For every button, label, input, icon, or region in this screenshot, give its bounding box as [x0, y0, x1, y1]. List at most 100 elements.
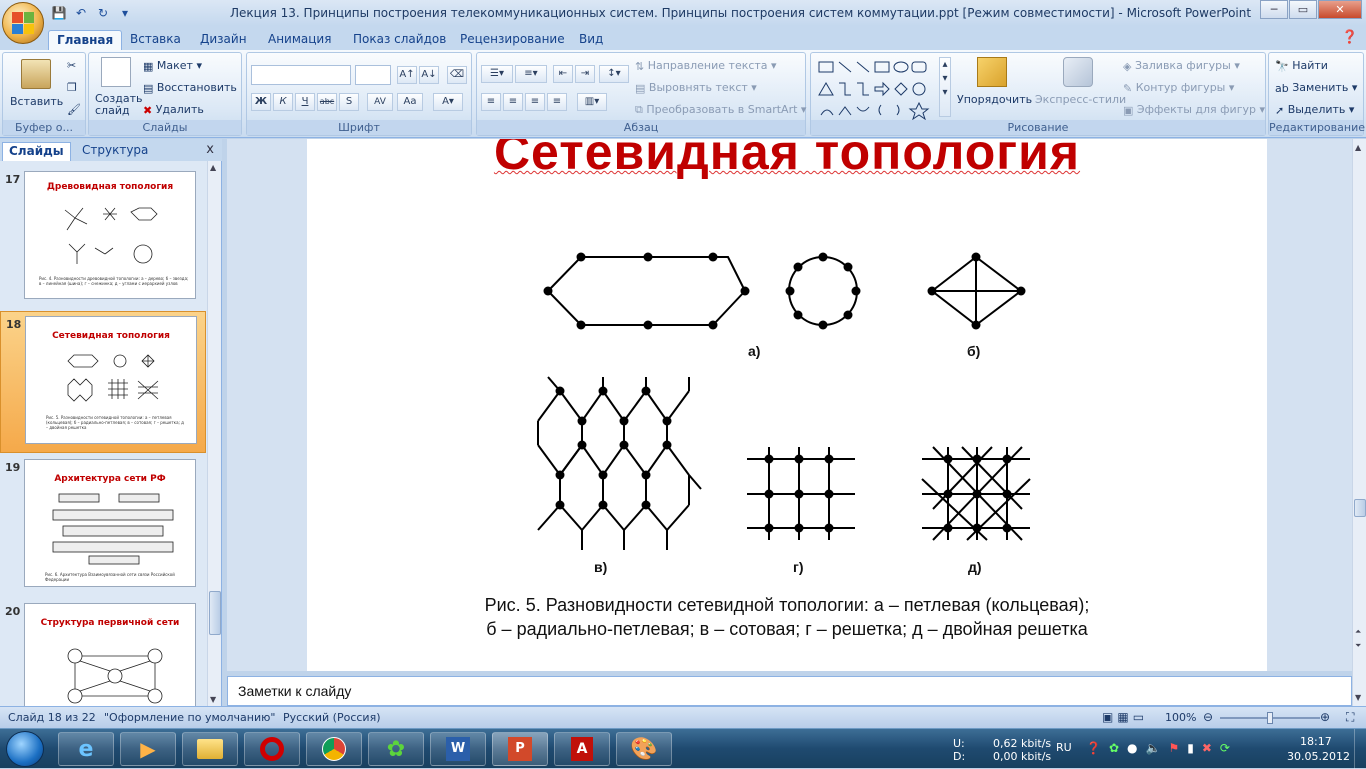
- line-spacing-icon[interactable]: ↕▾: [599, 65, 629, 83]
- replace-button[interactable]: ab Заменить ▾: [1275, 81, 1357, 95]
- reset-button[interactable]: ▤ Восстановить: [143, 81, 237, 95]
- underline-button[interactable]: Ч: [295, 93, 315, 111]
- slide-thumbnail-19[interactable]: 19 Архитектура сети РФ Рис. 6. Архитекту…: [0, 455, 206, 597]
- cut-icon[interactable]: ✂: [67, 59, 76, 72]
- taskbar-media[interactable]: ▶: [120, 732, 176, 766]
- tab-review[interactable]: Рецензирование: [452, 30, 573, 50]
- fit-to-window-icon[interactable]: ⛶: [1346, 710, 1354, 725]
- taskbar-chrome[interactable]: [306, 732, 362, 766]
- shrink-font-icon[interactable]: A↓: [419, 66, 439, 84]
- tab-slides[interactable]: Слайды: [2, 142, 71, 161]
- start-button[interactable]: [6, 731, 44, 767]
- clock-time[interactable]: 18:17: [1300, 735, 1332, 748]
- decrease-indent-icon[interactable]: ⇤: [553, 65, 573, 83]
- numbering-icon[interactable]: ≡▾: [515, 65, 547, 83]
- tray-network-icon[interactable]: ▮: [1187, 741, 1202, 755]
- justify-icon[interactable]: ≡: [547, 93, 567, 111]
- align-text-button[interactable]: ▤ Выровнять текст ▾: [635, 81, 757, 95]
- minimize-button[interactable]: ─: [1260, 0, 1288, 19]
- new-slide-button[interactable]: Создать слайд: [95, 93, 143, 117]
- scroll-up-icon[interactable]: ▲: [1355, 143, 1361, 152]
- font-size-combo[interactable]: [355, 65, 391, 85]
- arrange-button[interactable]: Упорядочить: [957, 93, 1032, 106]
- shape-outline-button[interactable]: ✎ Контур фигуры ▾: [1123, 81, 1234, 95]
- case-button[interactable]: Aa: [397, 93, 423, 111]
- shadow-icon[interactable]: S: [339, 93, 359, 111]
- zoom-in-icon[interactable]: ⊕: [1320, 710, 1330, 724]
- grow-font-icon[interactable]: A↑: [397, 66, 417, 84]
- tab-home[interactable]: Главная: [48, 30, 123, 50]
- shapes-gallery-icon[interactable]: [817, 59, 947, 121]
- columns-icon[interactable]: ▥▾: [577, 93, 607, 111]
- strike-button[interactable]: abc: [317, 93, 337, 111]
- format-painter-icon[interactable]: 🖌: [67, 103, 81, 116]
- tray-icq-icon[interactable]: ✿: [1109, 741, 1127, 755]
- bold-button[interactable]: Ж: [251, 93, 271, 111]
- find-button[interactable]: 🔭 Найти: [1275, 59, 1328, 73]
- tray-update-icon[interactable]: ⟳: [1220, 741, 1238, 755]
- slide-thumbnail-17[interactable]: 17 Древовидная топология Рис. 4. Разнови…: [0, 167, 206, 309]
- tray-help-icon[interactable]: ❓: [1086, 741, 1109, 755]
- select-button[interactable]: ➚ Выделить ▾: [1275, 103, 1354, 117]
- slide-scrollbar[interactable]: ▲ ⏶ ⏷ ▼: [1352, 139, 1366, 706]
- zoom-level[interactable]: 100%: [1165, 711, 1196, 724]
- sorter-view-icon[interactable]: ▦: [1117, 710, 1132, 724]
- notes-pane[interactable]: Заметки к слайду: [227, 676, 1352, 706]
- font-color-icon[interactable]: A▾: [433, 93, 463, 111]
- maximize-button[interactable]: ▭: [1289, 0, 1317, 19]
- taskbar-ie[interactable]: e: [58, 732, 114, 766]
- taskbar-paint[interactable]: 🎨: [616, 732, 672, 766]
- undo-icon[interactable]: ↶: [72, 4, 90, 22]
- tray-mic-icon[interactable]: ●: [1127, 741, 1145, 755]
- redo-icon[interactable]: ↻: [94, 4, 112, 22]
- tab-outline[interactable]: Структура: [76, 142, 154, 161]
- scroll-down-icon[interactable]: ▼: [1355, 693, 1361, 702]
- taskbar-word[interactable]: W: [430, 732, 486, 766]
- next-slide-icon[interactable]: ⏷: [1355, 641, 1361, 651]
- taskbar-icq[interactable]: ✿: [368, 732, 424, 766]
- italic-button[interactable]: К: [273, 93, 293, 111]
- clear-format-icon[interactable]: ⌫: [447, 66, 467, 84]
- text-direction-button[interactable]: ⇅ Направление текста ▾: [635, 59, 777, 73]
- tab-slideshow[interactable]: Показ слайдов: [345, 30, 454, 50]
- office-button[interactable]: [2, 2, 44, 44]
- shape-fill-button[interactable]: ◈ Заливка фигуры ▾: [1123, 59, 1240, 73]
- language-indicator[interactable]: Русский (Россия): [283, 711, 381, 724]
- zoom-slider-thumb[interactable]: [1267, 712, 1273, 724]
- delete-slide-button[interactable]: ✖ Удалить: [143, 103, 204, 117]
- copy-icon[interactable]: ❐: [67, 81, 77, 94]
- taskbar-acrobat[interactable]: A: [554, 732, 610, 766]
- layout-button[interactable]: ▦ Макет ▾: [143, 59, 202, 73]
- tab-animation[interactable]: Анимация: [260, 30, 339, 50]
- pane-close-icon[interactable]: x: [206, 142, 214, 157]
- normal-view-icon[interactable]: ▣: [1102, 710, 1117, 724]
- customize-qat-icon[interactable]: ▾: [116, 4, 134, 22]
- font-name-combo[interactable]: [251, 65, 351, 85]
- tray-antivirus-icon[interactable]: ✖: [1202, 741, 1220, 755]
- paste-button[interactable]: Вставить: [10, 95, 63, 108]
- zoom-slider[interactable]: [1220, 712, 1320, 724]
- tray-flag-icon[interactable]: ⚑: [1168, 741, 1187, 755]
- thumbnails-scrollbar[interactable]: ▲ ▼: [207, 161, 221, 706]
- slideshow-view-icon[interactable]: ▭: [1133, 710, 1148, 724]
- shape-effects-button[interactable]: ▣ Эффекты для фигур ▾: [1123, 103, 1265, 117]
- scrollbar-thumb[interactable]: [1354, 499, 1366, 517]
- prev-slide-icon[interactable]: ⏶: [1355, 627, 1361, 637]
- zoom-out-icon[interactable]: ⊖: [1203, 710, 1213, 724]
- quick-styles-button[interactable]: Экспресс-стили: [1035, 93, 1126, 106]
- clock-date[interactable]: 30.05.2012: [1287, 750, 1350, 763]
- align-right-icon[interactable]: ≡: [525, 93, 545, 111]
- help-icon[interactable]: ❓: [1342, 30, 1358, 45]
- tab-design[interactable]: Дизайн: [192, 30, 255, 50]
- scroll-up-icon[interactable]: ▲: [210, 163, 216, 172]
- save-icon[interactable]: 💾: [50, 4, 68, 22]
- shapes-more-icon[interactable]: ▴ ▾ ▾: [939, 57, 951, 117]
- slide-thumbnail-20[interactable]: 20 Структура первичной сети: [0, 599, 206, 706]
- taskbar-opera[interactable]: [244, 732, 300, 766]
- taskbar-explorer[interactable]: [182, 732, 238, 766]
- increase-indent-icon[interactable]: ⇥: [575, 65, 595, 83]
- tab-view[interactable]: Вид: [571, 30, 611, 50]
- align-center-icon[interactable]: ≡: [503, 93, 523, 111]
- spacing-button[interactable]: AV: [367, 93, 393, 111]
- taskbar-powerpoint[interactable]: P: [492, 732, 548, 766]
